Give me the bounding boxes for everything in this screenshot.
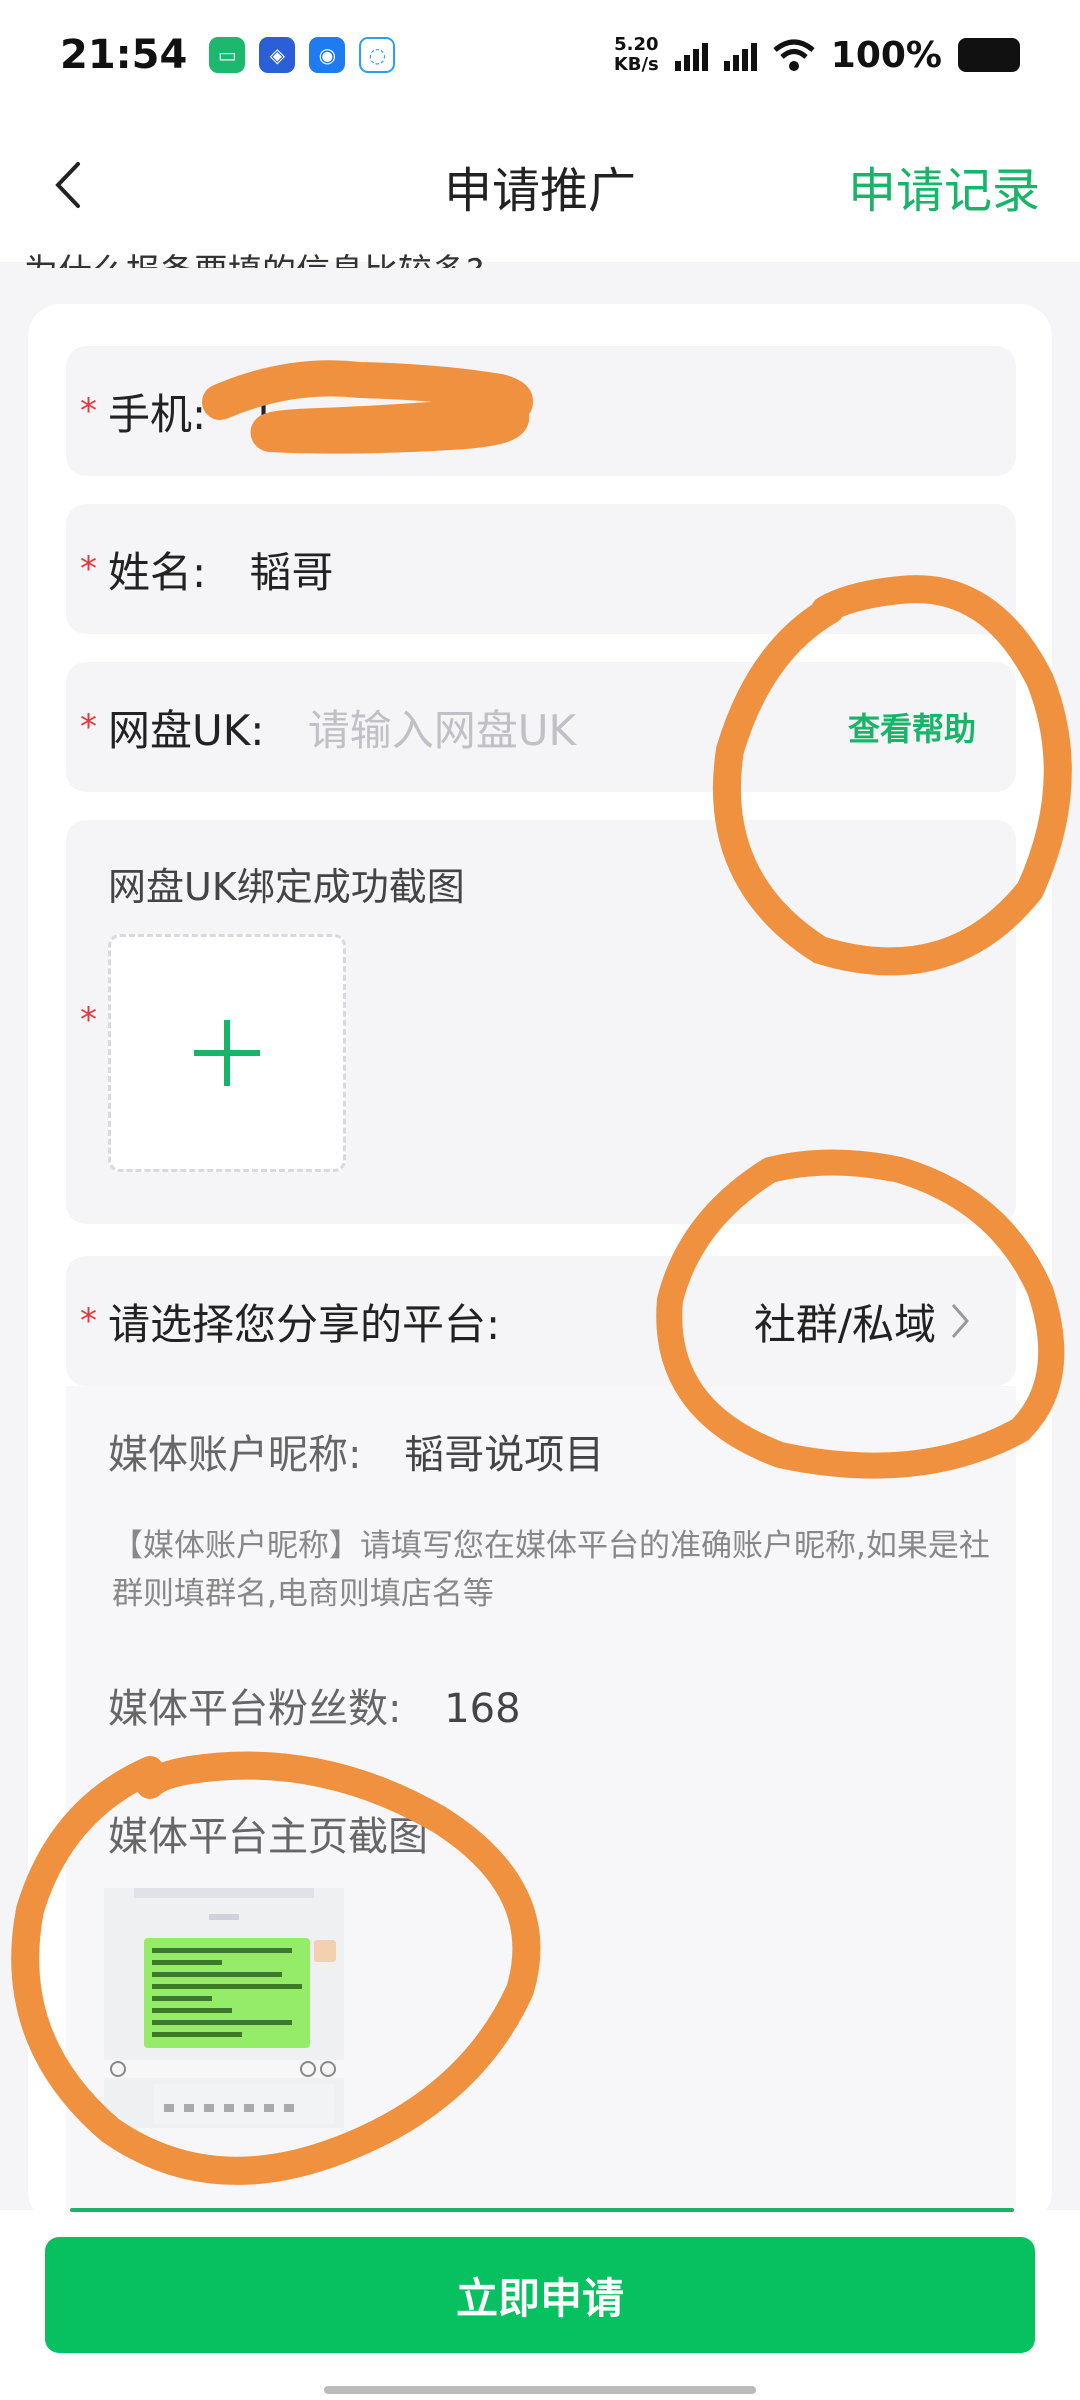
phone-label: 手机: 1 [108, 389, 277, 439]
required-mark: * [80, 707, 97, 747]
platform-value[interactable]: 社群/私域 [754, 1291, 970, 1352]
app-notification-icon: ▭ [209, 37, 246, 73]
wifi-icon [773, 39, 815, 71]
status-app-icons: ▭ ◈ ◉ ◌ [209, 37, 396, 73]
chevron-right-icon [951, 1304, 969, 1338]
required-mark: * [80, 1301, 97, 1341]
app-notification-icon: ◈ [259, 37, 296, 73]
screen: 21:54 ▭ ◈ ◉ ◌ 5.20 KB/s 100% 申请推广 申请记录 *… [0, 0, 1080, 2400]
home-indicator[interactable] [324, 2386, 756, 2394]
plus-icon [194, 1020, 260, 1086]
signal-icon [723, 39, 757, 71]
uk-label: 网盘UK: 请输入网盘UK [108, 705, 577, 755]
name-value: 韬哥 [249, 547, 334, 597]
phone-value: 1 [249, 389, 277, 439]
required-mark: * [80, 391, 97, 431]
platform-label: 请选择您分享的平台: [108, 1299, 501, 1349]
uk-field[interactable]: * 网盘UK: 请输入网盘UK 查看帮助 [66, 662, 1016, 792]
homepage-screenshot-thumbnail[interactable] [104, 1888, 344, 2128]
nav-bar: 申请推广 申请记录 [0, 110, 1080, 262]
homepage-screenshot-label: 媒体平台主页截图 [108, 1814, 428, 1860]
nickname-input[interactable]: 韬哥说项目 [404, 1432, 604, 1478]
uk-input[interactable]: 请输入网盘UK [308, 706, 576, 755]
chat-screenshot-image [104, 1888, 344, 2128]
nickname-label: 媒体账户昵称: 韬哥说项目 [108, 1432, 605, 1478]
battery-icon [958, 38, 1020, 72]
apply-records-link[interactable]: 申请记录 [848, 151, 1040, 221]
info-hint[interactable]: 为什么报备要填的信息比较多? [24, 244, 484, 268]
uk-screenshot-field: 网盘UK绑定成功截图 * [66, 820, 1016, 1224]
signal-icon [674, 39, 708, 71]
network-speed: 5.20 KB/s [613, 34, 659, 75]
submit-button[interactable]: 立即申请 [45, 2237, 1035, 2353]
app-notification-icon: ◌ [359, 37, 396, 73]
uk-screenshot-label: 网盘UK绑定成功截图 [108, 865, 465, 909]
required-mark: * [80, 549, 97, 589]
fans-label: 媒体平台粉丝数: 168 [108, 1686, 521, 1732]
required-mark: * [80, 1000, 97, 1040]
nickname-note: 【媒体账户昵称】请填写您在媒体平台的准确账户昵称,如果是社群则填群名,电商则填店… [112, 1528, 990, 1612]
status-time: 21:54 [60, 32, 188, 78]
view-help-link[interactable]: 查看帮助 [848, 704, 976, 750]
platform-select[interactable]: * 请选择您分享的平台: 社群/私域 [66, 1256, 1016, 1386]
name-label: 姓名: 韬哥 [108, 547, 334, 597]
fans-input[interactable]: 168 [444, 1686, 520, 1732]
phone-field[interactable]: * 手机: 1 [66, 346, 1016, 476]
name-field[interactable]: * 姓名: 韬哥 [66, 504, 1016, 634]
status-bar: 21:54 ▭ ◈ ◉ ◌ 5.20 KB/s 100% [0, 0, 1080, 110]
battery-percent: 100% [830, 34, 942, 76]
upload-image-button[interactable] [108, 934, 346, 1172]
divider [70, 2208, 1014, 2212]
app-notification-icon: ◉ [309, 37, 346, 73]
status-indicators: 5.20 KB/s 100% [614, 35, 1020, 76]
